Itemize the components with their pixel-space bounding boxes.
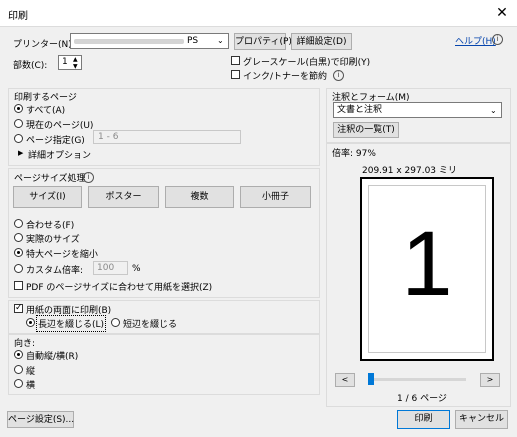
next-page-button[interactable]: > [480,373,500,387]
copies-stepper[interactable]: ▲ ▼ [73,56,78,70]
grayscale-checkbox[interactable] [231,56,240,65]
orient-landscape-radio[interactable] [14,379,23,388]
printer-select[interactable]: PS ⌄ [70,33,229,49]
advanced-button[interactable]: 詳細設定(D) [291,33,352,50]
custom-scale-input[interactable]: 100 [93,261,128,275]
pages-current-label: 現在のページ(U) [26,121,94,131]
ink-save-checkbox[interactable] [231,70,240,79]
pages-range-radio[interactable] [14,134,23,143]
page-slider-thumb[interactable] [368,373,374,385]
long-edge-label: 長辺を綴じる(L) [35,315,107,332]
duplex-label: 用紙の両面に印刷(B) [26,306,112,316]
printer-name-redacted [74,39,184,44]
long-edge-radio[interactable] [26,318,35,327]
sizing-fit-radio[interactable] [14,219,23,228]
short-edge-radio[interactable] [111,318,120,327]
copies-label: 部数(C): [13,61,48,71]
sizing-custom-label: カスタム倍率: [26,266,84,276]
orientation-heading: 向き: [14,339,36,349]
page-dimensions: 209.91 x 297.03 ミリ [362,166,457,176]
pages-range-value: 1 - 6 [98,132,119,142]
sizing-shrink-radio[interactable] [14,248,23,257]
printer-name-suffix: PS [187,36,199,46]
sizing-shrink-label: 特大ページを縮小 [26,250,98,260]
choose-paper-label: PDF のページサイズに合わせて用紙を選択(Z) [26,283,213,293]
page-indicator: 1 / 6 ページ [397,394,447,404]
chevron-down-icon: ⌄ [490,106,497,115]
comments-selected: 文書と注釈 [337,105,383,115]
tab-booklet[interactable]: 小冊子 [240,186,311,208]
copies-value: 1 [62,57,68,67]
ink-info-icon[interactable]: i [333,70,344,81]
sizing-fit-label: 合わせる(F) [26,221,75,231]
title-bar [0,0,517,27]
expand-arrow-icon[interactable]: ▶ [18,149,23,157]
preview-page-number: 1 [401,213,453,315]
orient-portrait-radio[interactable] [14,365,23,374]
pages-range-label: ページ指定(G) [26,136,85,146]
grayscale-label: グレースケール(白黒)で印刷(Y) [243,58,371,68]
help-link[interactable]: ヘルプ(H) [455,34,496,47]
pages-current-radio[interactable] [14,119,23,128]
close-icon[interactable]: ✕ [491,3,513,23]
percent-label: % [132,264,141,274]
ink-save-label: インク/トナーを節約 [243,72,328,82]
choose-paper-checkbox[interactable] [14,281,23,290]
page-setup-button[interactable]: ページ設定(S)... [7,411,74,428]
orient-auto-label: 自動縦/横(R) [26,352,79,362]
orient-portrait-label: 縦 [26,367,36,377]
zoom-label: 倍率: 97% [332,149,376,159]
comments-select[interactable]: 文書と注釈 ⌄ [333,102,502,118]
more-options-link[interactable]: 詳細オプション [28,148,91,161]
short-edge-label: 短辺を綴じる [123,320,178,330]
pages-all-label: すべて(A) [26,106,66,116]
tab-size[interactable]: サイズ(I) [13,186,82,208]
page-slider-track[interactable] [370,378,466,381]
print-button[interactable]: 印刷 [397,410,450,429]
sizing-info-icon[interactable]: i [83,172,94,183]
printer-label: プリンター(N): [13,40,75,50]
cancel-button[interactable]: キャンセル [455,410,508,429]
pages-range-input[interactable]: 1 - 6 [93,130,241,144]
orient-landscape-label: 横 [26,381,36,391]
window-title: 印刷 [8,11,28,22]
page-preview: 1 [360,177,494,361]
pages-heading: 印刷するページ [14,93,77,103]
sizing-actual-radio[interactable] [14,233,23,242]
tab-multiple[interactable]: 複数 [165,186,234,208]
sizing-heading: ページサイズ処理 [14,174,86,184]
orientation-section [8,333,320,395]
tab-poster[interactable]: ポスター [88,186,159,208]
copies-input[interactable]: 1 [58,55,82,70]
chevron-down-icon: ⌄ [217,36,224,45]
duplex-checkbox[interactable] [14,302,23,314]
properties-button[interactable]: プロパティ(P) [234,33,292,50]
sizing-custom-radio[interactable] [14,264,23,273]
pages-all-radio[interactable] [14,104,23,113]
sizing-actual-label: 実際のサイズ [26,235,80,245]
custom-scale-value: 100 [97,263,115,273]
prev-page-button[interactable]: < [335,373,355,387]
summarize-comments-button[interactable]: 注釈の一覧(T) [333,122,399,138]
orient-auto-radio[interactable] [14,350,23,359]
help-icon[interactable]: i [492,34,503,45]
